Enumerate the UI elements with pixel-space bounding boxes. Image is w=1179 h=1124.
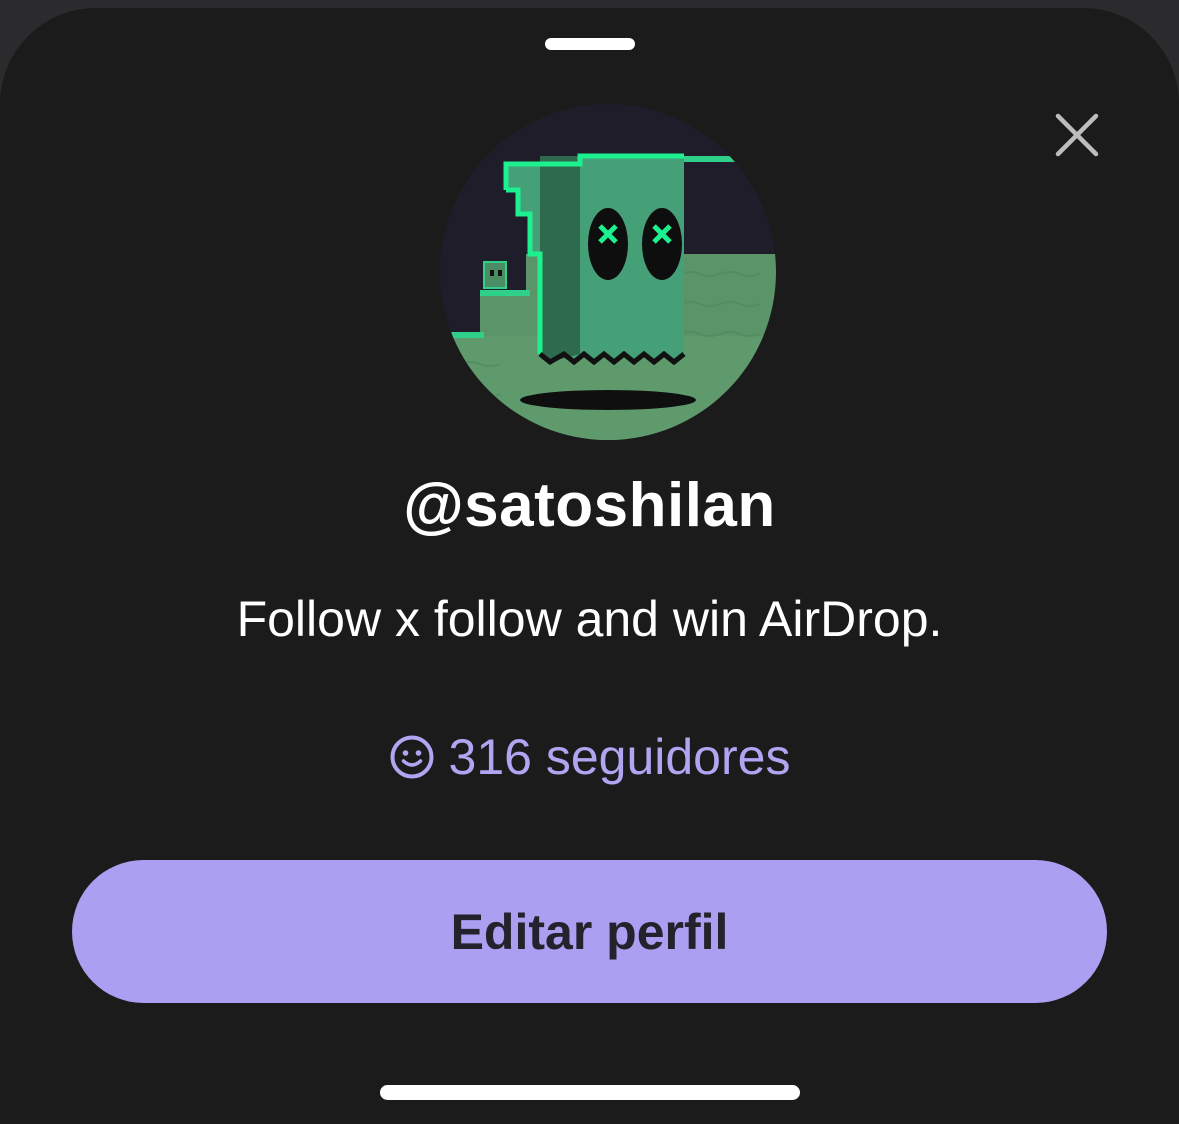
profile-bio: Follow x follow and win AirDrop. xyxy=(236,591,943,647)
smiley-icon xyxy=(390,735,434,779)
username: @satoshilan xyxy=(403,471,776,540)
profile-sheet: @satoshilan Follow x follow and win AirD… xyxy=(0,8,1179,1124)
close-button[interactable] xyxy=(1044,108,1110,174)
sheet-grabber[interactable] xyxy=(545,38,635,50)
edit-profile-button[interactable]: Editar perfil xyxy=(72,860,1107,1003)
pixel-ghost-avatar-icon xyxy=(440,104,776,440)
followers-count[interactable]: 316 seguidores xyxy=(0,728,1179,786)
close-icon xyxy=(1055,113,1099,157)
avatar[interactable] xyxy=(440,104,776,440)
followers-label: 316 seguidores xyxy=(448,729,791,785)
home-indicator xyxy=(380,1085,800,1100)
